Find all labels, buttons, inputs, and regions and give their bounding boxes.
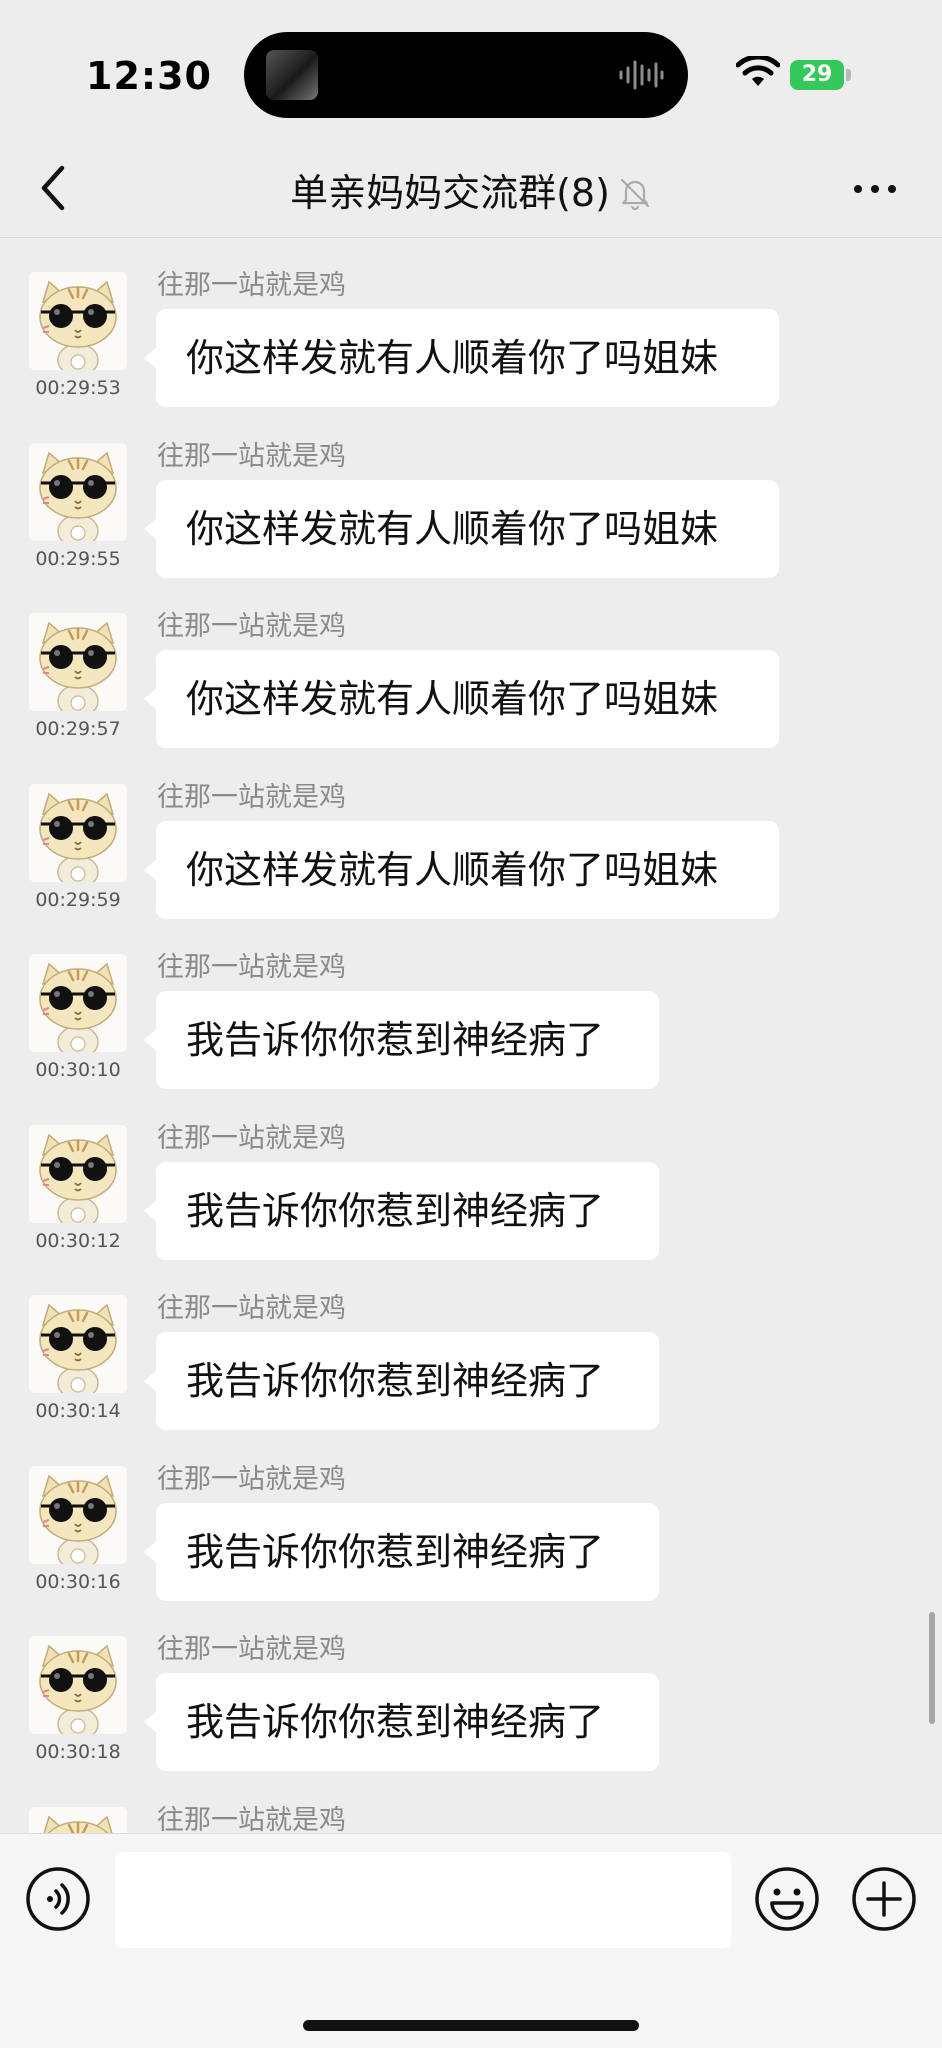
message-timestamp: 00:29:57 [35, 718, 121, 740]
home-indicator [303, 2020, 639, 2031]
message-bubble[interactable]: 你这样发就有人顺着你了吗姐妹 [144, 650, 779, 748]
avatar[interactable] [29, 954, 127, 1052]
sender-name: 往那一站就是鸡 [157, 1293, 346, 1324]
sender-name: 往那一站就是鸡 [157, 952, 346, 983]
message-bubble[interactable]: 我告诉你你惹到神经病了 [144, 1162, 659, 1260]
battery-cap [846, 69, 851, 81]
chat-title: 单亲妈妈交流群(8) [0, 162, 942, 217]
message-timestamp: 00:30:12 [35, 1230, 121, 1252]
wifi-icon [736, 56, 780, 86]
message-row: 往那一站就是鸡 00:30:12 我告诉你你惹到神经病了 [0, 1106, 942, 1276]
message-bubble[interactable]: 你这样发就有人顺着你了吗姐妹 [144, 309, 779, 407]
message-timestamp: 00:29:53 [35, 377, 121, 399]
chat-title-text: 单亲妈妈交流群(8) [290, 171, 610, 215]
status-bar: 12:30 29 [0, 0, 942, 140]
sender-name: 往那一站就是鸡 [157, 441, 346, 472]
plus-icon[interactable] [851, 1866, 917, 1932]
message-timestamp: 00:29:59 [35, 889, 121, 911]
audio-waveform-icon [619, 60, 664, 90]
message-timestamp: 00:29:55 [35, 548, 121, 570]
avatar[interactable] [29, 1466, 127, 1564]
message-row: 往那一站就是鸡 00:29:55 你这样发就有人顺着你了吗姐妹 [0, 424, 942, 594]
message-timestamp: 00:30:14 [35, 1400, 121, 1422]
message-bubble[interactable]: 我告诉你你惹到神经病了 [144, 991, 659, 1089]
status-time: 12:30 [86, 54, 212, 98]
emoji-icon[interactable] [754, 1866, 820, 1932]
message-bubble[interactable]: 我告诉你你惹到神经病了 [144, 1332, 659, 1430]
message-timestamp: 00:30:18 [35, 1741, 121, 1763]
dynamic-island[interactable] [244, 32, 688, 118]
message-bubble[interactable]: 你这样发就有人顺着你了吗姐妹 [144, 821, 779, 919]
message-bubble[interactable]: 我告诉你你惹到神经病了 [144, 1673, 659, 1771]
message-timestamp: 00:30:10 [35, 1059, 121, 1081]
avatar[interactable] [29, 613, 127, 711]
more-dots-icon[interactable] [850, 174, 900, 204]
input-bar [0, 1833, 942, 2048]
sender-name: 往那一站就是鸡 [157, 1634, 346, 1665]
message-timestamp: 00:30:16 [35, 1571, 121, 1593]
sender-name: 往那一站就是鸡 [157, 1805, 346, 1833]
message-row: 往那一站就是鸡 00:30:18 我告诉你你惹到神经病了 [0, 1617, 942, 1787]
message-row: 往那一站就是鸡 00:30:16 我告诉你你惹到神经病了 [0, 1447, 942, 1617]
avatar[interactable] [29, 1295, 127, 1393]
chat-screen: 12:30 29 单亲妈妈交流群(8) 往那一站就是鸡 00:29:53 你这样… [0, 0, 942, 2048]
avatar[interactable] [29, 272, 127, 370]
battery-charging-icon: 29 [790, 60, 844, 90]
sender-name: 往那一站就是鸡 [157, 611, 346, 642]
nav-bar: 单亲妈妈交流群(8) [0, 140, 942, 238]
message-row: 往那一站就是鸡 00:29:59 你这样发就有人顺着你了吗姐妹 [0, 765, 942, 935]
message-row: 往那一站就是鸡 [0, 1788, 942, 1833]
avatar[interactable] [29, 1636, 127, 1734]
voice-icon[interactable] [25, 1866, 91, 1932]
avatar[interactable] [29, 1807, 127, 1833]
message-input[interactable] [115, 1852, 731, 1948]
message-bubble[interactable]: 我告诉你你惹到神经病了 [144, 1503, 659, 1601]
scrollbar-thumb[interactable] [929, 1612, 935, 1724]
battery-level: 29 [801, 62, 833, 87]
avatar[interactable] [29, 1125, 127, 1223]
avatar[interactable] [29, 784, 127, 882]
sender-name: 往那一站就是鸡 [157, 270, 346, 301]
now-playing-thumbnail [266, 50, 318, 100]
message-bubble[interactable]: 你这样发就有人顺着你了吗姐妹 [144, 480, 779, 578]
sender-name: 往那一站就是鸡 [157, 1464, 346, 1495]
message-row: 往那一站就是鸡 00:30:10 我告诉你你惹到神经病了 [0, 935, 942, 1105]
message-row: 往那一站就是鸡 00:29:53 你这样发就有人顺着你了吗姐妹 [0, 253, 942, 423]
message-row: 往那一站就是鸡 00:30:14 我告诉你你惹到神经病了 [0, 1276, 942, 1446]
sender-name: 往那一站就是鸡 [157, 1123, 346, 1154]
avatar[interactable] [29, 443, 127, 541]
sender-name: 往那一站就是鸡 [157, 782, 346, 813]
bell-muted-icon [620, 178, 650, 210]
message-list[interactable]: 往那一站就是鸡 00:29:53 你这样发就有人顺着你了吗姐妹 往那一站就是鸡 00:2… [0, 239, 942, 1833]
message-row: 往那一站就是鸡 00:29:57 你这样发就有人顺着你了吗姐妹 [0, 594, 942, 764]
